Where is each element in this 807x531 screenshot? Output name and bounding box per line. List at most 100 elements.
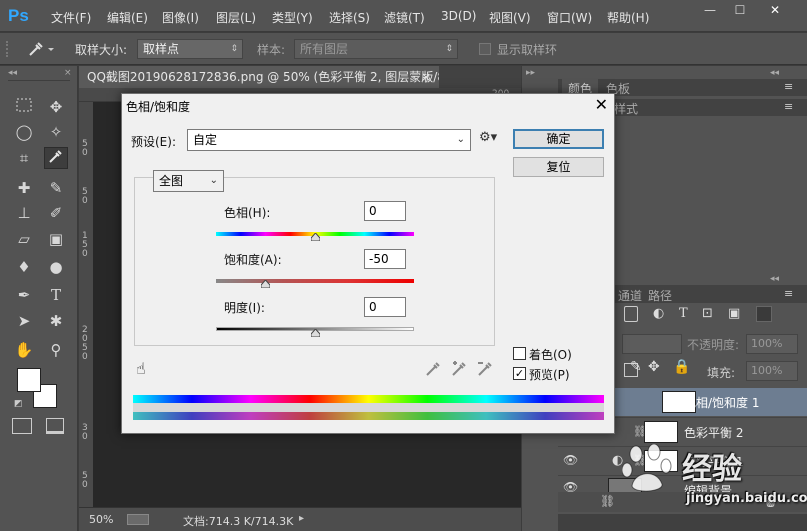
menu-filter[interactable]: 滤镜(T): [384, 9, 425, 26]
tab-styles[interactable]: 样式: [614, 100, 638, 117]
crop-tool-icon[interactable]: ⌗: [12, 147, 36, 169]
input-color-bar: [133, 395, 604, 403]
layer-row[interactable]: 👁 ◐ ⛓ 色彩平衡 1: [558, 446, 807, 474]
panel-menu-icon[interactable]: ≡: [784, 287, 793, 300]
saturation-slider-thumb[interactable]: [261, 280, 270, 288]
marquee-tool-icon[interactable]: [12, 96, 36, 118]
link-layers-icon[interactable]: ⛓: [600, 494, 615, 508]
healing-brush-tool-icon[interactable]: ✚: [12, 177, 36, 199]
dialog-close-button[interactable]: ✕: [595, 95, 608, 114]
layer-mask-thumbnail: [644, 421, 678, 443]
blur-tool-icon[interactable]: ♦: [12, 256, 36, 278]
hue-slider-thumb[interactable]: [310, 233, 320, 241]
tab-paths[interactable]: 路径: [648, 287, 672, 304]
preset-options-gear-icon[interactable]: ⚙▾: [479, 130, 497, 145]
clone-stamp-tool-icon[interactable]: ⊥: [12, 202, 36, 224]
preview-checkbox[interactable]: ✓: [513, 367, 526, 380]
minimize-button[interactable]: —: [695, 2, 725, 18]
show-ring-checkbox: [479, 43, 491, 55]
close-toolbox-icon[interactable]: ×: [64, 68, 72, 78]
filter-adjustment-layers-icon[interactable]: ◐: [653, 306, 664, 321]
lightness-input[interactable]: 0: [364, 297, 406, 317]
screen-mode-icon[interactable]: [46, 418, 64, 434]
lock-all-icon[interactable]: 🔒: [673, 359, 690, 375]
eyedropper-tool-preset-icon[interactable]: [26, 39, 56, 59]
quick-mask-icon[interactable]: [12, 418, 32, 434]
document-info: 文档:714.3 K/714.3K: [183, 515, 294, 528]
menu-edit[interactable]: 编辑(E): [107, 9, 148, 26]
pen-tool-icon[interactable]: ✒: [12, 284, 36, 306]
select-arrows-icon: ⇕: [445, 44, 453, 54]
filter-smart-objects-icon[interactable]: ▣: [728, 306, 740, 321]
filter-shape-layers-icon[interactable]: ⊡: [702, 306, 713, 321]
menu-file[interactable]: 文件(F): [51, 9, 91, 26]
expand-dock-icon[interactable]: ▸▸: [526, 68, 535, 78]
path-selection-tool-icon[interactable]: ➤: [12, 310, 36, 332]
menu-3d[interactable]: 3D(D): [441, 9, 476, 23]
ok-button[interactable]: 确定: [513, 129, 604, 149]
collapse-dock-icon[interactable]: ◂◂: [770, 68, 779, 78]
brush-tool-icon[interactable]: ✎: [44, 177, 68, 199]
dialog-title: 色相/饱和度: [126, 100, 191, 114]
menu-bar: Ps 文件(F) 编辑(E) 图像(I) 图层(L) 类型(Y) 选择(S) 滤…: [0, 0, 807, 32]
menu-help[interactable]: 帮助(H): [607, 9, 649, 26]
foreground-color-swatch[interactable]: [17, 368, 41, 392]
dodge-tool-icon[interactable]: ●: [44, 256, 68, 278]
hue-input[interactable]: 0: [364, 201, 406, 221]
reset-button[interactable]: 复位: [513, 157, 604, 177]
zoom-level[interactable]: 50%: [89, 513, 113, 526]
menu-view[interactable]: 视图(V): [489, 9, 531, 26]
targeted-adjustment-hand-icon[interactable]: ☝: [136, 359, 146, 378]
lock-pixels-icon[interactable]: ✎: [630, 359, 642, 375]
preset-value: 自定: [193, 133, 218, 147]
menu-type[interactable]: 类型(Y): [272, 9, 313, 26]
menu-window[interactable]: 窗口(W): [547, 9, 592, 26]
ruler-left-label: 0: [82, 352, 88, 362]
history-brush-tool-icon[interactable]: ✐: [44, 202, 68, 224]
zoom-tool-icon[interactable]: ⚲: [44, 339, 68, 361]
menu-select[interactable]: 选择(S): [329, 9, 370, 26]
eyedropper-tool-icon[interactable]: [44, 147, 68, 169]
preset-select[interactable]: 自定 ⌄: [187, 129, 471, 151]
magic-wand-tool-icon[interactable]: ✧: [44, 121, 68, 143]
document-tab[interactable]: QQ截图20190628172836.png @ 50% (色彩平衡 2, 图层…: [79, 66, 439, 88]
type-tool-icon[interactable]: T: [44, 284, 68, 306]
filter-pixel-layers-icon[interactable]: [624, 306, 638, 322]
tab-channels[interactable]: 通道: [618, 287, 642, 304]
close-window-button[interactable]: ✕: [760, 2, 790, 18]
collapse-toolbox-icon[interactable]: ◂◂: [8, 68, 17, 78]
custom-shape-tool-icon[interactable]: ✱: [44, 310, 68, 332]
hand-tool-icon[interactable]: ✋: [12, 339, 36, 361]
layer-name: 色相/饱和度 1: [684, 396, 760, 410]
filter-toggle-icon[interactable]: [756, 306, 772, 322]
visibility-eye-icon[interactable]: 👁: [563, 453, 578, 467]
status-preview-icon[interactable]: [127, 514, 149, 525]
panel-menu-icon[interactable]: ≡: [784, 100, 793, 113]
default-colors-icon[interactable]: ◩: [14, 399, 23, 409]
gradient-tool-icon[interactable]: ▣: [44, 228, 68, 250]
move-tool-icon[interactable]: ✥: [44, 96, 68, 118]
lightness-slider-thumb[interactable]: [310, 329, 320, 337]
menu-image[interactable]: 图像(I): [162, 9, 199, 26]
saturation-slider-track[interactable]: [216, 279, 414, 283]
status-menu-icon[interactable]: ▸: [299, 513, 304, 524]
document-tab-title: QQ截图20190628172836.png @ 50% (色彩平衡 2, 图层…: [87, 70, 439, 84]
colorize-checkbox[interactable]: [513, 347, 526, 360]
channel-select[interactable]: 全图 ⌄: [153, 170, 224, 192]
lock-position-icon[interactable]: ✥: [648, 359, 660, 375]
vertical-ruler: 5 0 5 0 1 5 0 2 0 5 0 3 0 5 0: [79, 102, 93, 507]
sample-label: 样本:: [257, 43, 286, 57]
filter-type-layers-icon[interactable]: T: [679, 306, 688, 321]
chevron-down-icon: ⌄: [456, 134, 465, 145]
close-document-icon[interactable]: ×: [421, 66, 431, 88]
sample-size-select[interactable]: 取样点 ⇕: [137, 39, 243, 59]
maximize-button[interactable]: ☐: [725, 2, 755, 18]
panel-menu-icon[interactable]: ≡: [784, 80, 793, 93]
delete-layer-icon[interactable]: 🗑: [763, 494, 778, 508]
eraser-tool-icon[interactable]: ▱: [12, 228, 36, 250]
saturation-input[interactable]: -50: [364, 249, 406, 269]
menu-layer[interactable]: 图层(L): [216, 9, 256, 26]
preset-label: 预设(E):: [131, 135, 176, 149]
lasso-tool-icon[interactable]: ◯: [12, 121, 36, 143]
collapse-layers-dock-icon[interactable]: ◂◂: [770, 274, 779, 284]
